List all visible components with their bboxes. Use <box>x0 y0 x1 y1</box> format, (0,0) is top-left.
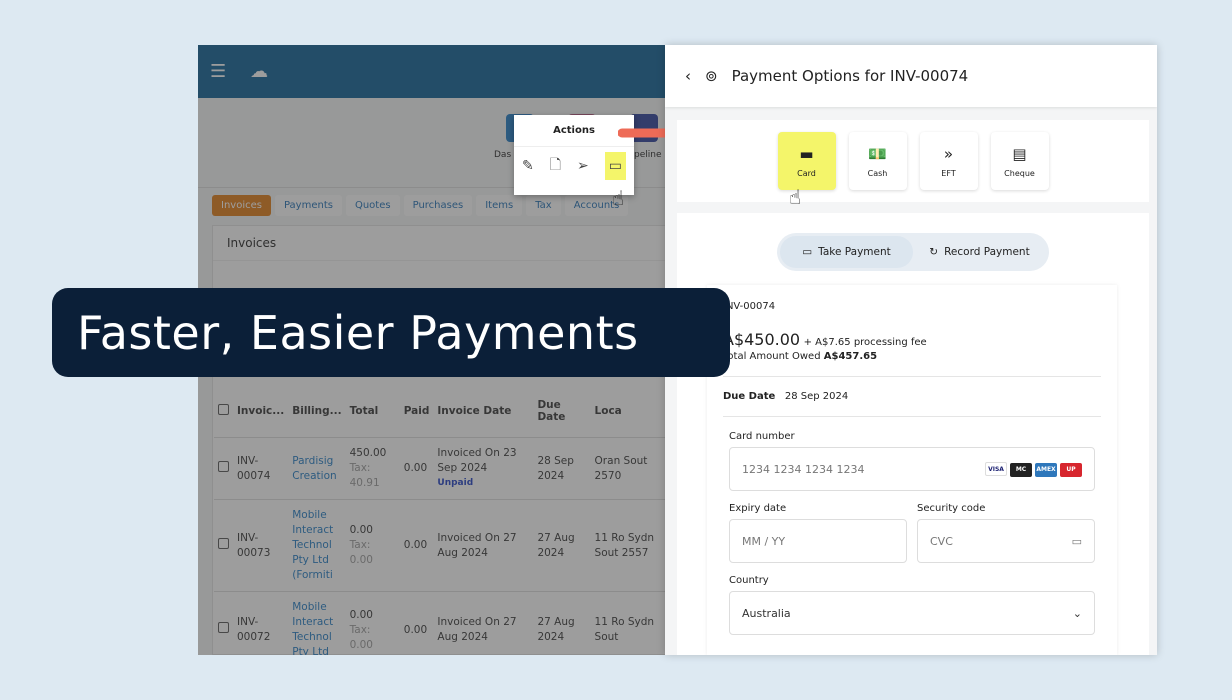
actions-title: Actions <box>514 115 634 147</box>
card-placeholder: 1234 1234 1234 1234 <box>742 462 865 476</box>
payment-mode-toggle: ▭ Take Payment ↻ Record Payment <box>777 233 1049 271</box>
label: Record Payment <box>944 246 1030 258</box>
due-date: 28 Sep 2024 <box>784 391 849 402</box>
record-payment-button[interactable]: ↻ Record Payment <box>913 236 1046 268</box>
history-icon: ↻ <box>929 246 939 258</box>
label: Take Payment <box>818 246 891 258</box>
amex-icon: AMEX <box>1035 463 1057 477</box>
country-select[interactable]: Australia ⌄ <box>729 591 1095 635</box>
method-card[interactable]: ▬ Card <box>777 132 836 190</box>
send-icon[interactable]: ➢ <box>577 158 589 174</box>
processing-fee: + A$7.65 processing fee <box>803 337 927 348</box>
panel-header: ‹ ⊚ Payment Options for INV-00074 <box>665 45 1157 107</box>
double-chevron-icon: » <box>943 144 954 163</box>
due-label: Due Date <box>723 391 776 402</box>
cvc-placeholder: CVC <box>930 534 953 548</box>
cheque-icon: ▤ <box>1012 144 1027 163</box>
method-label: Cash <box>867 168 888 178</box>
method-cheque[interactable]: ▤ Cheque <box>990 132 1049 190</box>
chevron-down-icon: ⌄ <box>1072 606 1082 620</box>
payment-form: ▭ Take Payment ↻ Record Payment INV-00074 … <box>677 213 1149 655</box>
mastercard-icon: MC <box>1010 463 1032 477</box>
contactless-icon: ⊚ <box>705 67 718 85</box>
card-icon[interactable]: ▭ <box>604 152 626 180</box>
owed-amount: A$457.65 <box>823 351 878 362</box>
method-cash[interactable]: 💵 Cash <box>848 132 907 190</box>
method-label: EFT <box>941 168 956 178</box>
unionpay-icon: UP <box>1060 463 1082 477</box>
method-eft[interactable]: » EFT <box>919 132 978 190</box>
amount: A$450.00 <box>723 330 801 349</box>
take-payment-button[interactable]: ▭ Take Payment <box>780 236 913 268</box>
payment-options-panel: ‹ ⊚ Payment Options for INV-00074 ▬ Card … <box>665 45 1157 655</box>
card-brands: VISA MC AMEX UP <box>982 461 1082 477</box>
card-icon: ▬ <box>799 144 814 163</box>
headline: Faster, Easier Payments <box>77 305 639 360</box>
back-icon[interactable]: ‹ <box>685 67 691 85</box>
expiry-placeholder: MM / YY <box>742 534 786 548</box>
card-number-label: Card number <box>729 431 795 442</box>
owed-label: Total Amount Owed <box>723 351 821 362</box>
card-number-input[interactable]: 1234 1234 1234 1234 VISA MC AMEX UP <box>729 447 1095 491</box>
method-label: Cheque <box>1004 168 1035 178</box>
invoice-summary: INV-00074 A$450.00 + A$7.65 processing f… <box>707 285 1117 655</box>
expiry-label: Expiry date <box>729 503 787 514</box>
country-label: Country <box>729 575 769 586</box>
method-label: Card <box>797 168 816 178</box>
cvc-input[interactable]: CVC ▭ <box>917 519 1095 563</box>
document-icon[interactable]: 🗋 <box>550 154 561 178</box>
headline-banner: Faster, Easier Payments <box>52 288 730 377</box>
hand-cursor-icon: ☝ <box>612 186 625 210</box>
card-icon: ▭ <box>802 246 813 258</box>
payment-methods: ▬ Card 💵 Cash » EFT ▤ Cheque <box>677 120 1149 202</box>
actions-popup: Actions ✎ 🗋 ➢ ▭ <box>514 115 634 195</box>
panel-title: Payment Options for INV-00074 <box>731 67 969 85</box>
cvc-label: Security code <box>917 503 986 514</box>
pencil-icon[interactable]: ✎ <box>522 158 534 174</box>
hand-cursor-icon: ☝ <box>789 185 802 209</box>
invoice-number: INV-00074 <box>723 301 776 312</box>
cvc-card-icon: ▭ <box>1071 534 1082 548</box>
visa-icon: VISA <box>985 462 1007 476</box>
cash-icon: 💵 <box>868 144 887 163</box>
expiry-input[interactable]: MM / YY <box>729 519 907 563</box>
country-value: Australia <box>742 606 791 620</box>
